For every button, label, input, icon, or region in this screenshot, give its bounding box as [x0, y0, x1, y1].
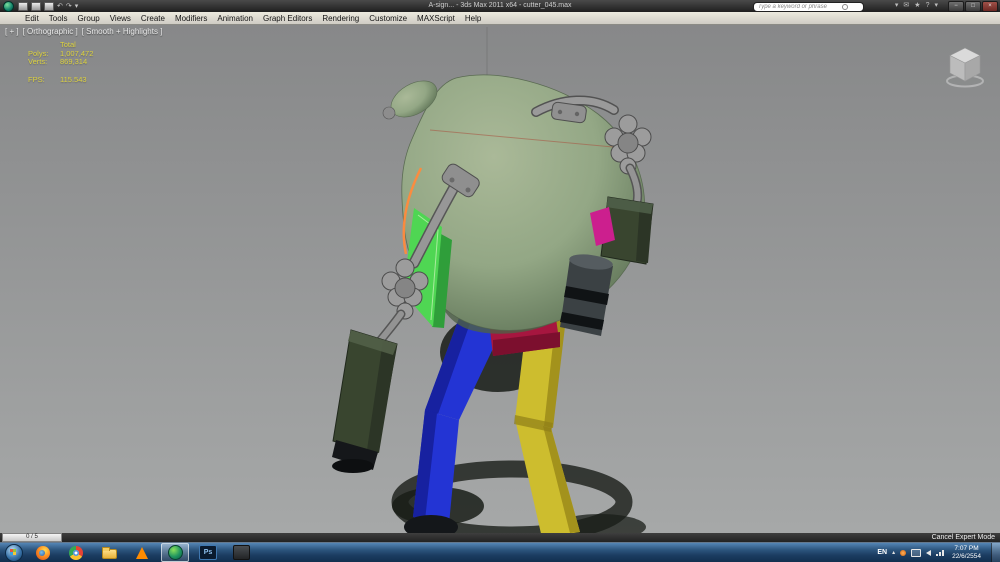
- clock-time: 7:07 PM: [954, 545, 979, 552]
- viewport[interactable]: [ + ] [ Orthographic ] [ Smooth + Highli…: [0, 25, 1000, 533]
- tray-monitor-icon[interactable]: [911, 548, 922, 557]
- maximize-button[interactable]: □: [965, 1, 981, 12]
- firefox-icon: [36, 545, 50, 560]
- minimize-button[interactable]: −: [948, 1, 964, 12]
- quick-access-toolbar: ↶ ↷ ▾: [18, 1, 79, 11]
- pinned-apps: Ps: [29, 543, 260, 562]
- network-icon[interactable]: [936, 549, 945, 556]
- taskbar-firefox[interactable]: [29, 543, 57, 562]
- hidden-icons-arrow-icon[interactable]: ▴: [892, 549, 895, 556]
- taskbar-3dsmax-active[interactable]: [161, 543, 189, 562]
- time-slider-frame-indicator[interactable]: 0 / 5: [2, 533, 62, 542]
- dark-app-icon: [232, 545, 250, 560]
- 3dsmax-application-button-icon[interactable]: [3, 0, 14, 12]
- cancel-expert-mode-button[interactable]: Cancel Expert Mode: [927, 533, 1000, 542]
- language-indicator[interactable]: EN: [877, 549, 887, 556]
- menu-rendering[interactable]: Rendering: [317, 14, 364, 23]
- taskbar: Ps EN ▴ 7:07 PM 22/6/2554: [0, 542, 1000, 562]
- photoshop-icon: Ps: [199, 545, 217, 560]
- system-tray: EN ▴ 7:07 PM 22/6/2554: [877, 542, 1000, 562]
- menu-maxscript[interactable]: MAXScript: [412, 14, 460, 23]
- menu-modifiers[interactable]: Modifiers: [170, 14, 212, 23]
- communication-center-icon[interactable]: ✉: [903, 1, 909, 10]
- menu-help[interactable]: Help: [460, 14, 486, 23]
- menu-bar: Edit Tools Group Views Create Modifiers …: [0, 12, 1000, 25]
- infocenter-icons: ▾ ✉ ★ ? ▾: [895, 1, 938, 10]
- folder-icon: [101, 546, 117, 559]
- viewport-label: [ + ] [ Orthographic ] [ Smooth + Highli…: [5, 27, 162, 36]
- status-bar: 0 / 5 Cancel Expert Mode: [0, 533, 1000, 542]
- close-button[interactable]: ×: [982, 1, 998, 12]
- taskbar-explorer[interactable]: [95, 543, 123, 562]
- taskbar-photoshop[interactable]: Ps: [194, 543, 222, 562]
- taskbar-vlc[interactable]: [128, 543, 156, 562]
- redo-icon[interactable]: ↷: [66, 3, 72, 10]
- menu-tools[interactable]: Tools: [44, 14, 73, 23]
- viewport-general-menu[interactable]: [ + ]: [5, 27, 19, 36]
- viewport-shading-menu[interactable]: [ Smooth + Highlights ]: [82, 27, 163, 36]
- tray-update-icon[interactable]: [900, 549, 907, 556]
- search-icon[interactable]: [842, 4, 848, 10]
- desktop: ↶ ↷ ▾ A-sign... - 3ds Max 2011 x64 - cut…: [0, 0, 1000, 562]
- save-file-icon[interactable]: [44, 1, 54, 11]
- menu-group[interactable]: Group: [72, 14, 104, 23]
- clock-date: 22/6/2554: [952, 552, 981, 560]
- title-bar: ↶ ↷ ▾ A-sign... - 3ds Max 2011 x64 - cut…: [0, 0, 1000, 12]
- viewcube[interactable]: [944, 43, 986, 89]
- vlc-cone-icon: [136, 546, 148, 559]
- new-scene-icon[interactable]: [18, 1, 28, 11]
- menu-edit[interactable]: Edit: [20, 14, 44, 23]
- viewport-statistics: Total Polys: 1,007,472 Verts: 869,314 FPS:…: [28, 40, 94, 84]
- help-dropdown-icon[interactable]: ▾: [934, 1, 938, 10]
- taskbar-chrome[interactable]: [62, 543, 90, 562]
- undo-icon[interactable]: ↶: [57, 3, 63, 10]
- windows-flag-icon: [10, 548, 16, 555]
- taskbar-dark-app[interactable]: [227, 543, 255, 562]
- window-controls: − □ ×: [948, 1, 998, 12]
- chrome-icon: [69, 545, 83, 560]
- open-file-icon[interactable]: [31, 1, 41, 11]
- menu-customize[interactable]: Customize: [364, 14, 412, 23]
- help-icon[interactable]: ?: [926, 1, 930, 10]
- start-button[interactable]: [5, 543, 23, 562]
- favorites-star-icon[interactable]: ★: [914, 1, 920, 10]
- menu-create[interactable]: Create: [136, 14, 170, 23]
- toolbar-dropdown-icon[interactable]: ▾: [75, 3, 79, 10]
- search-dropdown-icon[interactable]: ▾: [895, 1, 899, 10]
- clock[interactable]: 7:07 PM 22/6/2554: [949, 545, 984, 560]
- menu-graph-editors[interactable]: Graph Editors: [258, 14, 317, 23]
- menu-animation[interactable]: Animation: [212, 14, 258, 23]
- body-nub: [382, 106, 396, 120]
- 3dsmax-icon: [167, 545, 183, 560]
- robot-model-canvas[interactable]: [0, 25, 1000, 533]
- show-desktop-button[interactable]: [991, 542, 1000, 562]
- menu-views[interactable]: Views: [105, 14, 136, 23]
- volume-icon[interactable]: [926, 549, 932, 556]
- viewport-pov-menu[interactable]: [ Orthographic ]: [23, 27, 78, 36]
